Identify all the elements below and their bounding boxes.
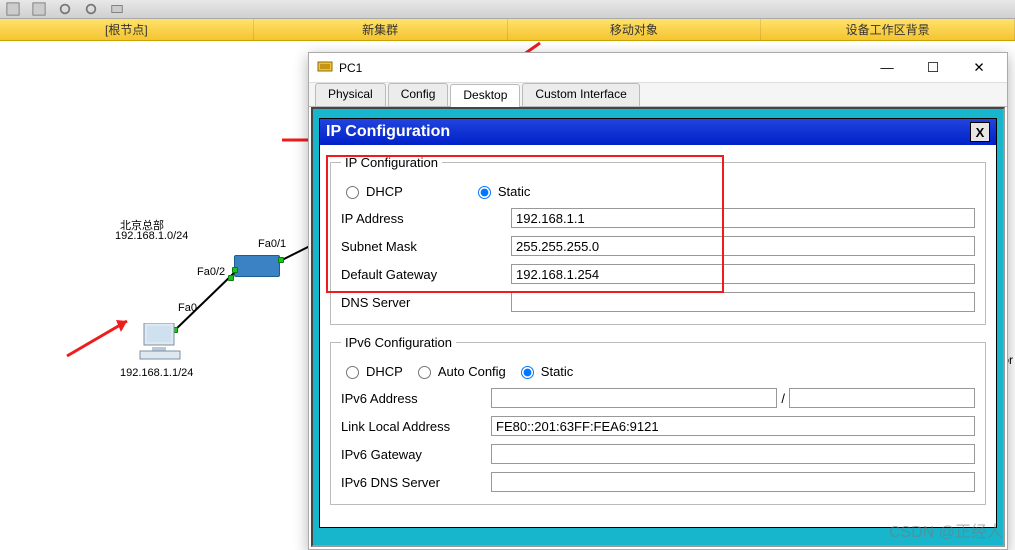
default-gateway-input[interactable] [511, 264, 975, 284]
toolbar-btn-root[interactable]: [根节点] [0, 19, 254, 40]
radio-dhcp[interactable]: DHCP [341, 183, 403, 199]
switch-device-icon[interactable] [234, 255, 280, 277]
tab-physical[interactable]: Physical [315, 83, 386, 106]
tool-icon[interactable] [58, 2, 72, 16]
pc-device-icon[interactable] [138, 323, 184, 361]
toolbar-btn-newcluster[interactable]: 新集群 [254, 19, 508, 40]
tool-icon[interactable] [110, 2, 124, 16]
radio-v6-static[interactable]: Static [516, 363, 574, 379]
lbl-dns: DNS Server [341, 295, 511, 310]
tab-custom[interactable]: Custom Interface [522, 83, 639, 106]
ipv4-group: IP Configuration DHCP Static IP Address … [330, 155, 986, 325]
tab-desktop[interactable]: Desktop [450, 84, 520, 107]
ipv4-legend: IP Configuration [341, 155, 442, 170]
desktop-area: IP Configuration X IP Configuration DHCP… [311, 107, 1005, 547]
pc-label: 192.168.1.1/24 [120, 367, 193, 379]
window-title: PC1 [339, 61, 362, 75]
ip-config-window: IP Configuration X IP Configuration DHCP… [319, 118, 997, 528]
iface-label: Fa0/1 [258, 238, 286, 250]
iface-label: Fa0 [178, 302, 197, 314]
toolbar-btn-moveobj[interactable]: 移动对象 [508, 19, 762, 40]
lbl-linklocal: Link Local Address [341, 419, 491, 434]
maximize-button[interactable]: ☐ [913, 56, 953, 80]
ipv6-group: IPv6 Configuration DHCP Auto Config Stat… [330, 335, 986, 505]
iface-label: Fa0/2 [197, 266, 225, 278]
ipcfg-title: IP Configuration [326, 123, 450, 141]
dns-server-input[interactable] [511, 292, 975, 312]
pc-dialog: PC1 — ☐ ✕ Physical Config Desktop Custom… [308, 52, 1008, 550]
ipv6-dns-input[interactable] [491, 472, 975, 492]
close-button[interactable]: ✕ [959, 56, 999, 80]
slash-label: / [777, 391, 789, 406]
titlebar[interactable]: PC1 — ☐ ✕ [309, 53, 1007, 83]
tool-icon[interactable] [32, 2, 46, 16]
minimize-button[interactable]: — [867, 56, 907, 80]
ipv6-legend: IPv6 Configuration [341, 335, 456, 350]
tool-icon[interactable] [6, 2, 20, 16]
toolbar-btn-bg[interactable]: 设备工作区背景 [761, 19, 1015, 40]
lbl-v6dns: IPv6 DNS Server [341, 475, 491, 490]
radio-v6-dhcp[interactable]: DHCP [341, 363, 403, 379]
tab-config[interactable]: Config [388, 83, 449, 106]
lbl-gw: Default Gateway [341, 267, 511, 282]
app-toolbar-top [0, 0, 1015, 19]
ipcfg-close-button[interactable]: X [970, 122, 990, 142]
lbl-v6addr: IPv6 Address [341, 391, 491, 406]
ip-address-input[interactable] [511, 208, 975, 228]
ipv6-prefix-input[interactable] [789, 388, 975, 408]
ipv6-gateway-input[interactable] [491, 444, 975, 464]
radio-v6-auto[interactable]: Auto Config [413, 363, 506, 379]
site-cidr: 192.168.1.0/24 [115, 230, 188, 242]
ipv6-address-input[interactable] [491, 388, 777, 408]
lbl-mask: Subnet Mask [341, 239, 511, 254]
subnet-mask-input[interactable] [511, 236, 975, 256]
dialog-tabs: Physical Config Desktop Custom Interface [309, 83, 1007, 107]
link-local-input[interactable] [491, 416, 975, 436]
lbl-ip: IP Address [341, 211, 511, 226]
lbl-v6gw: IPv6 Gateway [341, 447, 491, 462]
tool-icon[interactable] [84, 2, 98, 16]
radio-static[interactable]: Static [473, 183, 531, 199]
app-toolbar-yellow: [根节点] 新集群 移动对象 设备工作区背景 [0, 19, 1015, 41]
app-icon [317, 58, 333, 77]
